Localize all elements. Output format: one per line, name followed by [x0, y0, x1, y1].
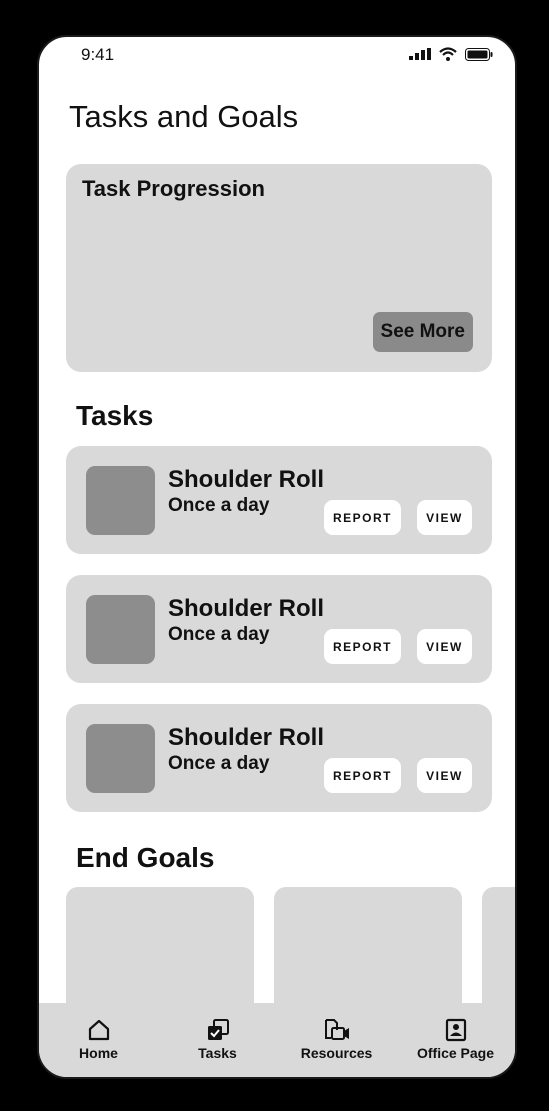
task-name: Shoulder Roll [168, 595, 324, 622]
task-thumbnail [86, 466, 155, 535]
see-more-button[interactable]: See More [372, 312, 473, 352]
tasks-icon [206, 1017, 230, 1043]
goal-card[interactable] [482, 887, 515, 1017]
nav-item-resources[interactable]: Resources [277, 1003, 396, 1077]
report-button[interactable]: REPORT [324, 500, 401, 535]
nav-label-tasks: Tasks [198, 1045, 237, 1061]
battery-icon [465, 47, 493, 61]
office-page-icon [445, 1017, 467, 1043]
task-frequency: Once a day [168, 624, 270, 645]
nav-label-office-page: Office Page [416, 1045, 495, 1061]
page-title: Tasks and Goals [69, 99, 299, 134]
nav-item-office-page[interactable]: Office Page [396, 1003, 515, 1077]
home-icon [87, 1017, 111, 1043]
view-button[interactable]: VIEW [417, 758, 472, 793]
task-thumbnail [86, 595, 155, 664]
task-frequency: Once a day [168, 495, 270, 516]
task-name: Shoulder Roll [168, 724, 324, 751]
nav-item-tasks[interactable]: Tasks [158, 1003, 277, 1077]
task-card: Shoulder Roll Once a day REPORT VIEW [66, 704, 492, 812]
resources-icon [323, 1017, 351, 1043]
phone-frame: 9:41 Tasks and Goals Task Progression Se [37, 35, 517, 1079]
nav-label-resources: Resources [300, 1045, 373, 1061]
tasks-section-title: Tasks [76, 400, 154, 431]
end-goals-section-title: End Goals [76, 842, 215, 873]
status-bar: 9:41 [39, 37, 515, 77]
task-name: Shoulder Roll [168, 466, 324, 493]
bottom-nav-bar: Home Tasks Resources Office Page [39, 1003, 515, 1077]
task-frequency: Once a day [168, 753, 270, 774]
view-button[interactable]: VIEW [417, 629, 472, 664]
nav-label-home: Home [79, 1045, 118, 1061]
task-progression-card: Task Progression See More [66, 164, 492, 372]
task-card: Shoulder Roll Once a day REPORT VIEW [66, 575, 492, 683]
goal-card[interactable] [274, 887, 462, 1017]
goal-card[interactable] [66, 887, 254, 1017]
status-time: 9:41 [81, 45, 115, 64]
task-progression-title: Task Progression [82, 176, 265, 201]
wifi-icon [439, 47, 457, 61]
task-thumbnail [86, 724, 155, 793]
report-button[interactable]: REPORT [324, 758, 401, 793]
status-icons [409, 47, 493, 61]
report-button[interactable]: REPORT [324, 629, 401, 664]
nav-item-home[interactable]: Home [39, 1003, 158, 1077]
view-button[interactable]: VIEW [417, 500, 472, 535]
task-card: Shoulder Roll Once a day REPORT VIEW [66, 446, 492, 554]
signal-icon [409, 48, 431, 60]
